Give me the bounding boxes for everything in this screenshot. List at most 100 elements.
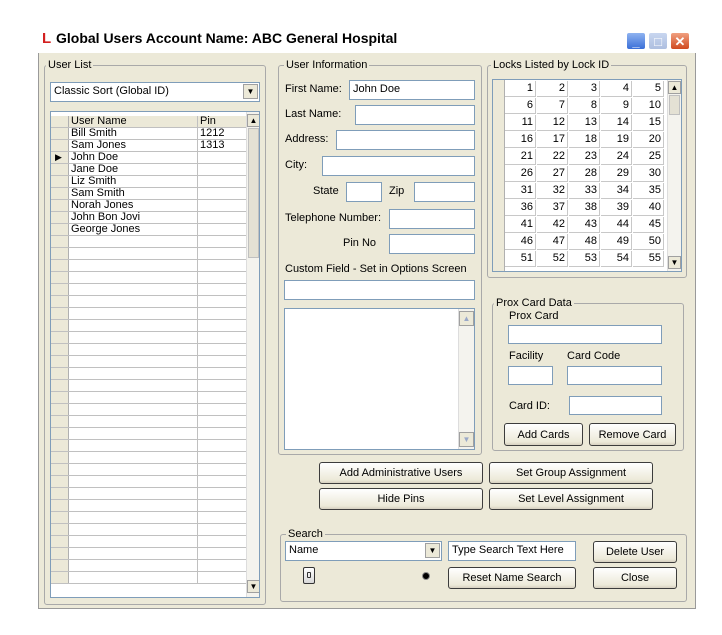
user-name-cell[interactable] [70, 560, 198, 571]
user-name-cell[interactable] [70, 308, 198, 319]
row-header[interactable] [51, 320, 69, 331]
user-name-cell[interactable]: Liz Smith [70, 176, 198, 187]
empty-table-row[interactable] [51, 452, 246, 464]
table-row[interactable]: ▶ John Doe [51, 152, 246, 164]
user-name-cell[interactable] [70, 536, 198, 547]
empty-table-row[interactable] [51, 440, 246, 452]
pin-cell[interactable] [198, 224, 248, 235]
minimize-button[interactable]: _ [626, 32, 646, 50]
row-header[interactable] [51, 404, 69, 415]
lock-cell[interactable]: 32 [537, 183, 568, 199]
empty-table-row[interactable] [51, 332, 246, 344]
user-name-cell[interactable]: Bill Smith [70, 128, 198, 139]
lock-cell[interactable]: 15 [633, 115, 664, 131]
hide-pins-button[interactable]: Hide Pins [319, 488, 483, 510]
empty-table-row[interactable] [51, 572, 246, 584]
set-level-assignment-button[interactable]: Set Level Assignment [489, 488, 653, 510]
empty-table-row[interactable] [51, 236, 246, 248]
empty-table-row[interactable] [51, 560, 246, 572]
lock-cell[interactable]: 30 [633, 166, 664, 182]
empty-table-row[interactable] [51, 260, 246, 272]
empty-table-row[interactable] [51, 296, 246, 308]
row-header[interactable] [51, 440, 69, 451]
table-row[interactable]: Norah Jones [51, 200, 246, 212]
row-header[interactable] [51, 512, 69, 523]
row-header[interactable] [51, 248, 69, 259]
row-header[interactable] [51, 548, 69, 559]
empty-table-row[interactable] [51, 536, 246, 548]
user-name-cell[interactable] [70, 284, 198, 295]
table-row[interactable]: Sam Smith [51, 188, 246, 200]
user-name-cell[interactable] [70, 296, 198, 307]
lock-cell[interactable]: 12 [537, 115, 568, 131]
pin-cell[interactable] [198, 200, 248, 211]
pin-cell[interactable] [198, 188, 248, 199]
scroll-thumb[interactable] [248, 128, 259, 258]
lock-cell[interactable]: 10 [633, 98, 664, 114]
notes-scrollbar[interactable]: ▲ ▼ [458, 309, 474, 449]
empty-table-row[interactable] [51, 248, 246, 260]
row-header[interactable] [51, 476, 69, 487]
lock-cell[interactable]: 42 [537, 217, 568, 233]
user-name-cell[interactable] [70, 464, 198, 475]
empty-table-row[interactable] [51, 488, 246, 500]
locks-scrollbar[interactable]: ▲ ▼ [667, 80, 681, 271]
lock-cell[interactable]: 25 [633, 149, 664, 165]
row-header[interactable]: ▶ [51, 152, 69, 163]
lock-cell[interactable]: 16 [505, 132, 536, 148]
row-header[interactable] [51, 176, 69, 187]
row-header[interactable] [51, 452, 69, 463]
row-header[interactable] [51, 164, 69, 175]
user-name-cell[interactable] [70, 380, 198, 391]
row-header[interactable] [51, 380, 69, 391]
user-name-cell[interactable]: John Bon Jovi [70, 212, 198, 223]
sort-dropdown-button[interactable]: ▼ [243, 84, 258, 99]
card-id-field[interactable] [569, 396, 662, 415]
lock-cell[interactable]: 24 [601, 149, 632, 165]
telephone-field[interactable] [389, 209, 475, 229]
lock-cell[interactable]: 23 [569, 149, 600, 165]
card-code-field[interactable] [567, 366, 662, 385]
row-header[interactable] [51, 272, 69, 283]
search-text-input[interactable]: Type Search Text Here [448, 541, 576, 561]
lock-cell[interactable]: 21 [505, 149, 536, 165]
locks-grid[interactable]: 1 2 3 4 5 6 7 8 9 10 11 12 13 14 15 16 17 18 19 20 21 22 23 24 2… [492, 79, 682, 272]
close-window-button[interactable]: ✕ [670, 32, 690, 50]
lock-cell[interactable]: 4 [601, 81, 632, 97]
lock-cell[interactable]: 41 [505, 217, 536, 233]
scroll-down-button[interactable]: ▼ [668, 256, 681, 269]
user-name-cell[interactable]: Sam Smith [70, 188, 198, 199]
pin-no-field[interactable] [389, 234, 475, 254]
scroll-down-button[interactable]: ▼ [459, 432, 474, 447]
lock-cell[interactable]: 35 [633, 183, 664, 199]
user-name-cell[interactable] [70, 236, 198, 247]
user-name-cell[interactable] [70, 392, 198, 403]
lock-cell[interactable]: 47 [537, 234, 568, 250]
empty-table-row[interactable] [51, 416, 246, 428]
user-name-cell[interactable]: John Doe [70, 152, 198, 163]
empty-table-row[interactable] [51, 368, 246, 380]
user-name-cell[interactable] [70, 344, 198, 355]
lock-cell[interactable]: 46 [505, 234, 536, 250]
lock-cell[interactable]: 38 [569, 200, 600, 216]
prox-card-field[interactable] [508, 325, 662, 344]
state-field[interactable] [346, 182, 382, 202]
empty-table-row[interactable] [51, 500, 246, 512]
user-name-cell[interactable]: Sam Jones [70, 140, 198, 151]
lock-cell[interactable]: 55 [633, 251, 664, 267]
row-header[interactable] [51, 560, 69, 571]
scroll-thumb[interactable] [669, 95, 680, 115]
user-name-cell[interactable] [70, 440, 198, 451]
lock-cell[interactable]: 22 [537, 149, 568, 165]
row-header[interactable] [51, 416, 69, 427]
user-name-cell[interactable] [70, 500, 198, 511]
row-header[interactable] [51, 572, 69, 583]
lock-cell[interactable]: 3 [569, 81, 600, 97]
lock-cell[interactable]: 45 [633, 217, 664, 233]
empty-table-row[interactable] [51, 464, 246, 476]
lock-cell[interactable]: 7 [537, 98, 568, 114]
row-header[interactable] [51, 392, 69, 403]
reset-name-search-button[interactable]: Reset Name Search [448, 567, 576, 589]
scroll-down-button[interactable]: ▼ [247, 580, 259, 593]
user-name-cell[interactable]: George Jones [70, 224, 198, 235]
